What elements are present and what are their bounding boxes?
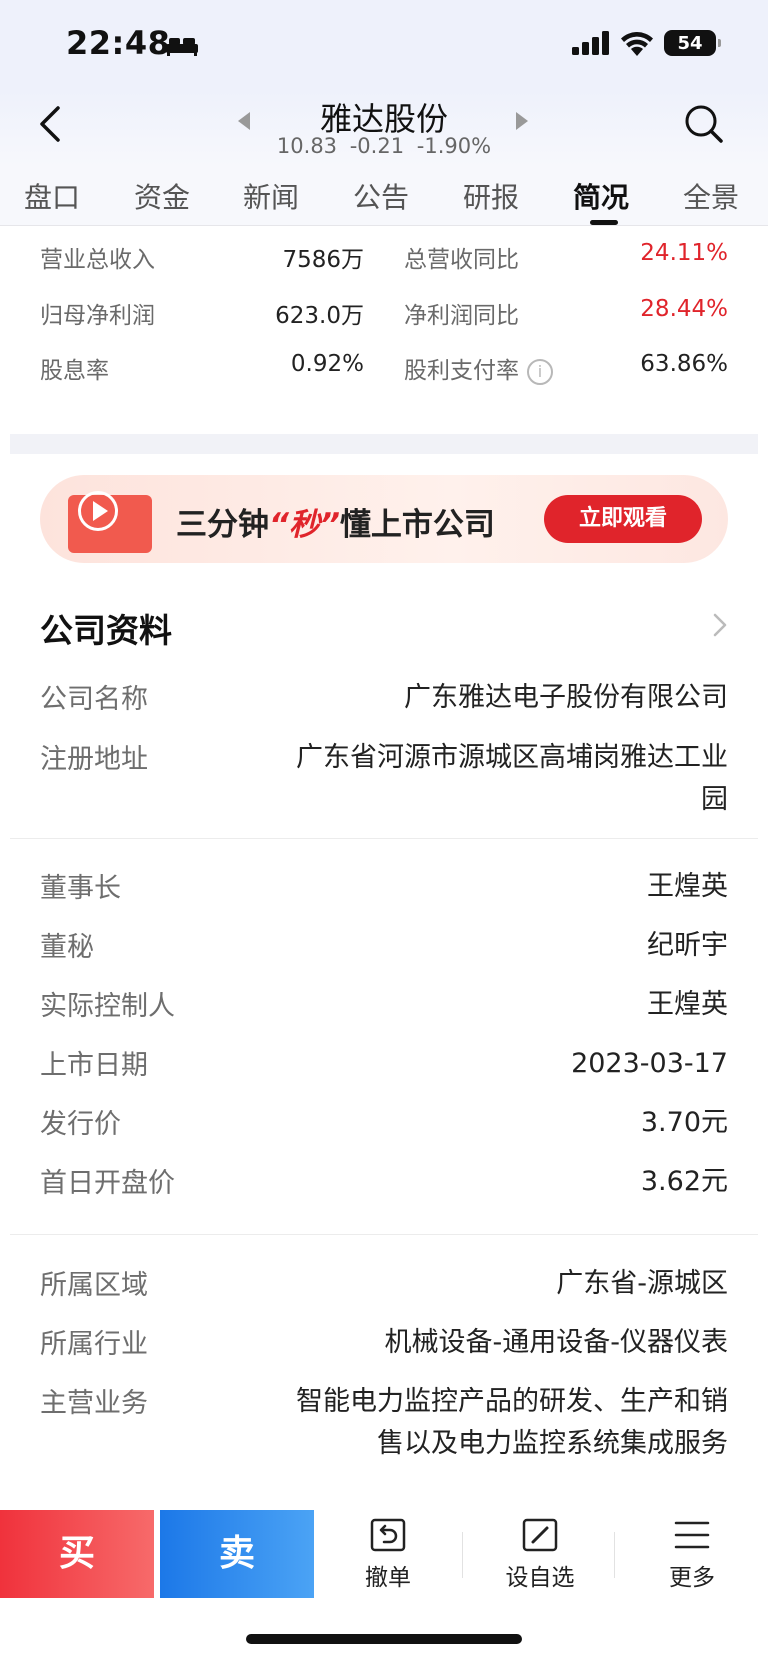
business-value: 智能电力监控产品的研发、生产和销 售以及电力监控系统集成服务	[296, 1381, 728, 1465]
divider	[10, 838, 758, 839]
chevron-right-icon[interactable]	[712, 612, 728, 638]
payout-ratio-value: 63.86%	[640, 351, 728, 377]
battery-icon: 54	[664, 30, 721, 56]
bed-icon	[166, 38, 198, 56]
address-line-2: 园	[701, 784, 728, 815]
net-profit-value: 623.0万	[275, 303, 364, 329]
industry-value: 机械设备-通用设备-仪器仪表	[384, 1327, 729, 1358]
financial-row: 归母净利润 623.0万 净利润同比 28.44%	[0, 296, 768, 346]
promo-banner[interactable]: 三分钟“秒”懂上市公司 立即观看	[40, 475, 728, 563]
dividend-yield-label: 股息率	[40, 358, 109, 384]
tab-xinwen[interactable]: 新闻	[243, 176, 299, 216]
first-open-label: 首日开盘价	[40, 1168, 175, 1199]
section-separator	[10, 434, 758, 454]
buy-button[interactable]: 买	[0, 1510, 154, 1598]
address-label: 注册地址	[40, 744, 148, 775]
cancel-order-button[interactable]: 撤单	[328, 1518, 448, 1592]
status-bar: 22:48 54	[0, 0, 768, 90]
next-stock-arrow-icon[interactable]	[516, 112, 528, 130]
search-icon[interactable]	[684, 104, 724, 144]
industry-label: 所属行业	[40, 1329, 148, 1360]
controller-label: 实际控制人	[40, 991, 175, 1022]
sell-button[interactable]: 卖	[160, 1510, 314, 1598]
banner-text: 三分钟“秒”懂上市公司	[176, 499, 495, 544]
address-value: 广东省河源市源城区高埔岗雅达工业 园	[296, 737, 728, 821]
stock-price: 10.83	[276, 134, 338, 158]
revenue-label: 营业总收入	[40, 247, 155, 273]
stock-change: -0.21	[349, 134, 405, 158]
banner-text-highlight: “秒”	[269, 507, 340, 543]
info-icon[interactable]: i	[527, 358, 553, 385]
stock-header: 雅达股份 10.83 -0.21 -1.90%	[0, 90, 768, 166]
net-profit-label: 归母净利润	[40, 303, 155, 329]
net-profit-yoy-value: 28.44%	[640, 296, 728, 322]
secretary-label: 董秘	[40, 932, 94, 963]
business-line-2: 售以及电力监控系统集成服务	[377, 1428, 728, 1459]
toolbar-divider	[462, 1532, 463, 1578]
company-name-label: 公司名称	[40, 684, 148, 715]
address-line-1: 广东省河源市源城区高埔岗雅达工业	[296, 742, 728, 773]
add-watchlist-button[interactable]: 设自选	[480, 1518, 600, 1592]
more-button[interactable]: 更多	[632, 1518, 752, 1592]
toolbar-divider	[614, 1532, 615, 1578]
home-indicator[interactable]	[246, 1634, 522, 1644]
status-time: 22:48	[66, 24, 171, 62]
banner-text-after: 懂上市公司	[339, 507, 495, 543]
business-line-1: 智能电力监控产品的研发、生产和销	[296, 1386, 728, 1417]
tab-zijin[interactable]: 资金	[134, 176, 190, 216]
signal-icon	[572, 31, 609, 55]
revenue-value: 7586万	[282, 247, 364, 273]
stock-change-pct: -1.90%	[416, 134, 492, 158]
cancel-order-label: 撤单	[365, 1565, 411, 1591]
wifi-icon	[621, 32, 653, 56]
payout-ratio-text: 股利支付率	[404, 358, 519, 384]
tab-quanjing[interactable]: 全景	[683, 176, 739, 216]
company-name-value: 广东雅达电子股份有限公司	[404, 682, 728, 713]
chairman-value: 王煌英	[647, 871, 728, 902]
add-watchlist-label: 设自选	[505, 1565, 575, 1591]
active-tab-indicator	[590, 220, 618, 225]
bottom-action-bar: 买 卖 撤单 设自选 更多	[0, 1510, 768, 1602]
financial-row: 股息率 0.92% 股利支付率 i 63.86%	[0, 351, 768, 401]
tab-yanbao[interactable]: 研报	[463, 176, 519, 216]
play-triangle-icon	[93, 501, 108, 521]
status-indicators: 54	[572, 30, 721, 56]
issue-price-label: 发行价	[40, 1109, 121, 1140]
revenue-yoy-value: 24.11%	[640, 240, 728, 266]
edit-icon	[522, 1518, 558, 1552]
revenue-yoy-label: 总营收同比	[404, 247, 519, 273]
region-value: 广东省-源城区	[556, 1268, 728, 1299]
tab-gonggao[interactable]: 公告	[353, 176, 409, 216]
secretary-value: 纪昕宇	[647, 930, 728, 961]
watch-now-button[interactable]: 立即观看	[544, 495, 702, 543]
undo-icon	[370, 1518, 406, 1552]
chairman-label: 董事长	[40, 873, 121, 904]
listing-date-value: 2023-03-17	[571, 1048, 728, 1079]
tab-bar: 盘口 资金 新闻 公告 研报 简况 全景	[0, 166, 768, 226]
listing-date-label: 上市日期	[40, 1050, 148, 1081]
tab-pankou[interactable]: 盘口	[24, 176, 80, 216]
payout-ratio-label: 股利支付率 i	[404, 351, 553, 385]
dividend-yield-value: 0.92%	[290, 351, 364, 377]
business-label: 主营业务	[40, 1388, 148, 1419]
net-profit-yoy-label: 净利润同比	[404, 303, 519, 329]
region-label: 所属区域	[40, 1270, 148, 1301]
section-title[interactable]: 公司资料	[40, 604, 172, 652]
financial-row: 营业总收入 7586万 总营收同比 24.11%	[0, 240, 768, 290]
controller-value: 王煌英	[647, 989, 728, 1020]
stock-quote: 10.83 -0.21 -1.90%	[0, 134, 768, 158]
tab-jiankuang[interactable]: 简况	[573, 176, 629, 216]
first-open-value: 3.62元	[640, 1166, 728, 1197]
divider	[10, 1234, 758, 1235]
more-label: 更多	[669, 1565, 715, 1591]
banner-text-before: 三分钟	[176, 507, 269, 543]
menu-icon	[674, 1521, 710, 1549]
issue-price-value: 3.70元	[640, 1107, 728, 1138]
